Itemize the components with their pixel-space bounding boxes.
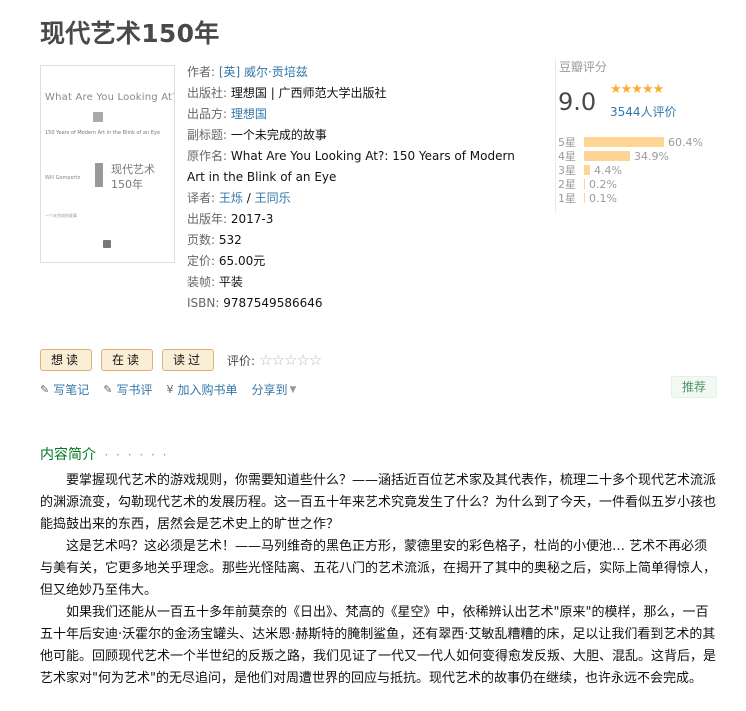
rating-histogram-row: 3星 4.4% [558,163,703,178]
reading-button[interactable]: 在读 [101,349,154,371]
histogram-bar [584,151,630,161]
my-rating-label: 评价: [227,353,256,368]
histogram-bar [584,179,585,189]
cover-en-subtitle: 150 Years of Modern Art in the Blink of … [45,130,160,136]
year-value: 2017-3 [230,212,274,226]
binding-label: 装帧: [187,275,216,289]
publisher-label: 出版社: [187,86,228,100]
book-page: 现代艺术150年 What Are You Looking At? 150 Ye… [0,0,746,711]
publisher-value: 理想国 | 广西师范大学出版社 [230,86,387,100]
rating-histogram-row: 4星 34.9% [558,149,703,164]
info-publisher: 出版社: 理想国 | 广西师范大学出版社 [187,83,527,104]
info-pages: 页数: 532 [187,230,527,251]
histogram-bar [584,193,585,203]
my-rating-stars-icon[interactable]: ☆☆☆☆☆ [259,351,322,369]
price-value: 65.00元 [218,254,266,268]
publisher-logo-icon [103,240,111,248]
producer-link[interactable]: 理想国 [231,107,267,121]
caret-down-icon: ▼ [289,384,297,395]
producer-label: 出品方: [187,107,228,121]
isbn-label: ISBN: [187,296,220,310]
info-year: 出版年: 2017-3 [187,209,527,230]
original-title-label: 原作名: [187,149,228,163]
histogram-percent: 34.9% [634,149,669,163]
cover-cn-title: 现代艺术 150年 [111,162,155,192]
rating-panel: 豆瓣评分 9.0 ★★★★★ 3544人评价 5星 60.4% 4星 34.9% 3星 4… [555,58,730,213]
rating-histogram-row: 1星 0.1% [558,191,703,206]
intro-paragraph-2: 这是艺术吗？这必须是艺术！——马列维奇的黑色正方形，蒙德里安的彩色格子，杜尚的小… [40,539,717,598]
page-title: 现代艺术150年 [40,19,220,48]
cover-en-title: What Are You Looking At? [45,92,175,103]
rating-score: 9.0 [558,88,597,116]
write-review-action[interactable]: ✎ 写书评 [103,381,152,398]
author-label: 作者: [187,65,216,79]
write-note-label: 写笔记 [53,383,90,397]
cover-author: Will Gompertz [45,175,81,181]
pencil-icon: ✎ [103,383,113,396]
intro-title: 内容简介 [40,447,96,463]
rating-label: 豆瓣评分 [559,60,608,74]
translator-label: 译者: [187,191,216,205]
histogram-percent: 0.1% [589,191,617,205]
price-label: 定价: [187,254,216,268]
translator-link-2[interactable]: 王同乐 [255,191,291,205]
intro-section-title: 内容简介 · · · · · · [40,444,168,464]
share-label: 分享到 [251,383,288,397]
action-buttons: 想读 在读 读过 评价: ☆☆☆☆☆ [40,349,322,371]
binding-value: 平装 [218,275,243,289]
pages-label: 页数: [187,233,216,247]
isbn-value: 9787549586646 [223,296,323,310]
histogram-bar [584,137,664,147]
translator-link-1[interactable]: 王烁 [219,191,243,205]
info-original-title: 原作名: What Are You Looking At?: 150 Years… [187,146,527,167]
rating-histogram-row: 5星 60.4% [558,135,703,150]
recommend-button[interactable]: 推荐 [671,376,717,398]
histogram-percent: 60.4% [668,135,703,149]
cover-cn-title-line2: 150年 [111,178,143,191]
info-binding: 装帧: 平装 [187,272,527,293]
write-review-label: 写书评 [116,383,153,397]
histogram-percent: 0.2% [589,177,617,191]
intro-text: 要掌握现代艺术的游戏规则，你需要知道些什么？——涵括近百位艺术家及其代表作，梳理… [40,470,720,690]
intro-paragraph-3: 如果我们还能从一百五十多年前莫奈的《日出》、梵高的《星空》中，依稀辨认出艺术"原… [40,605,717,686]
secondary-actions: ✎ 写笔记 ✎ 写书评 ¥ 加入购书单 分享到 ▼ [40,381,310,398]
info-translator: 译者: 王烁 / 王同乐 [187,188,527,209]
have-read-button[interactable]: 读过 [162,349,215,371]
info-subtitle: 副标题: 一个未完成的故事 [187,125,527,146]
write-note-action[interactable]: ✎ 写笔记 [40,381,89,398]
year-label: 出版年: [187,212,228,226]
add-to-cart-action[interactable]: ¥ 加入购书单 [166,381,237,398]
histogram-percent: 4.4% [594,163,622,177]
rating-stars-icon: ★★★★★ [610,82,664,97]
info-isbn: ISBN: 9787549586646 [187,293,527,314]
subtitle-value: 一个未完成的故事 [230,128,327,142]
rating-count-link[interactable]: 3544人评价 [610,103,677,120]
cover-cn-title-line1: 现代艺术 [111,163,155,176]
add-to-cart-label: 加入购书单 [177,383,238,397]
intro-paragraph-1: 要掌握现代艺术的游戏规则，你需要知道些什么？——涵括近百位艺术家及其代表作，梳理… [40,473,717,532]
translator-separator: / [246,191,251,205]
info-producer: 出品方: 理想国 [187,104,527,125]
subtitle-label: 副标题: [187,128,228,142]
rating-histogram: 5星 60.4% 4星 34.9% 3星 4.4% 2星 0.2% 1星 0.1% [558,135,703,206]
share-dropdown[interactable]: 分享到 ▼ [251,381,296,398]
yen-icon: ¥ [166,383,174,396]
book-info: 作者: [英] 威尔·贡培兹 出版社: 理想国 | 广西师范大学出版社 出品方:… [187,62,527,314]
pages-value: 532 [218,233,242,247]
pencil-icon: ✎ [40,383,50,396]
want-to-read-button[interactable]: 想读 [40,349,93,371]
histogram-bar [584,165,590,175]
original-title-line2: Art in the Blink of an Eye [187,170,337,184]
info-price: 定价: 65.00元 [187,251,527,272]
cover-square-mark [93,112,103,122]
histogram-star-label: 1星 [558,192,576,205]
info-author: 作者: [英] 威尔·贡培兹 [187,62,527,83]
cover-tagline: 一个未完成的故事 [45,213,77,218]
book-cover[interactable]: What Are You Looking At? 150 Years of Mo… [40,65,175,263]
author-link[interactable]: [英] 威尔·贡培兹 [219,65,308,79]
intro-title-dots: · · · · · · [104,448,169,462]
cover-bar-mark [95,163,103,187]
rating-histogram-row: 2星 0.2% [558,177,703,192]
original-title-line1: What Are You Looking At?: 150 Years of M… [230,149,515,163]
